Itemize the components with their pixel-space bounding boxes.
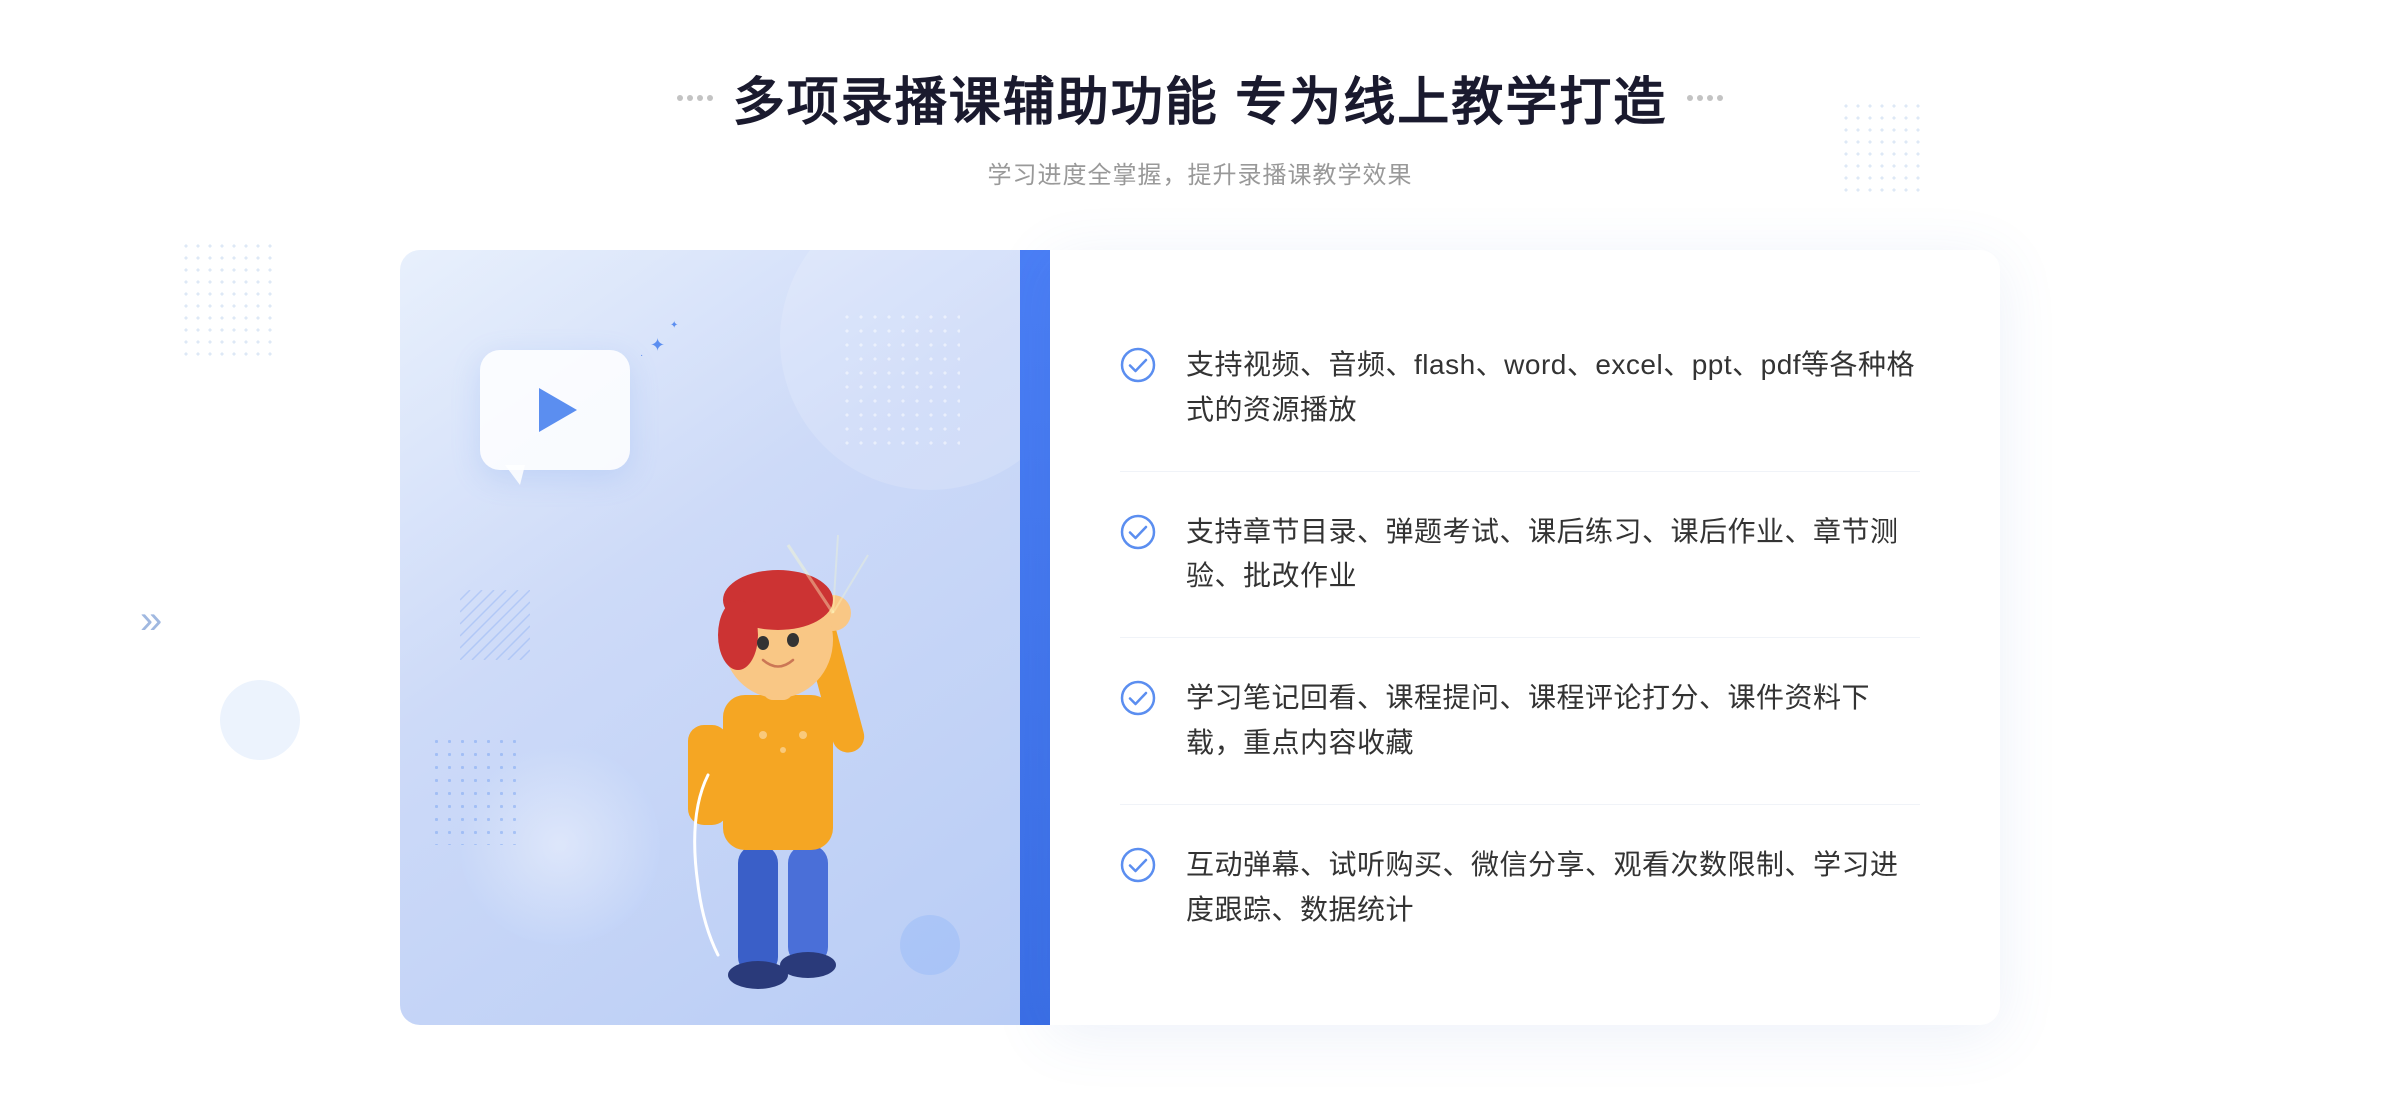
play-bubble xyxy=(480,350,640,480)
feature-text-3: 学习笔记回看、课程提问、课程评论打分、课件资料下载，重点内容收藏 xyxy=(1186,676,1920,766)
diagonal-lines-decoration xyxy=(460,590,530,660)
dots-decoration-left xyxy=(180,240,280,360)
circle-decoration xyxy=(220,680,300,760)
feature-item-2: 支持章节目录、弹题考试、课后练习、课后作业、章节测验、批改作业 xyxy=(1120,472,1920,639)
check-icon-3 xyxy=(1120,680,1156,716)
feature-item-4: 互动弹幕、试听购买、微信分享、观看次数限制、学习进度跟踪、数据统计 xyxy=(1120,805,1920,971)
page-container: » 多项录播课辅助功能 专为线上教学打造 学习进度全掌握，提升录播课教学效果 xyxy=(0,0,2400,1105)
illustration-panel: ✦ ✦ · xyxy=(400,250,1020,1025)
sparkle-decoration-3: · xyxy=(640,350,643,361)
chevron-decoration-left: » xyxy=(140,600,162,640)
header-dots-right xyxy=(1687,95,1723,101)
check-icon-4 xyxy=(1120,847,1156,883)
play-icon xyxy=(539,388,577,432)
page-subtitle: 学习进度全掌握，提升录播课教学效果 xyxy=(677,155,1723,190)
character-illustration xyxy=(608,465,948,1025)
header-section: 多项录播课辅助功能 专为线上教学打造 学习进度全掌握，提升录播课教学效果 xyxy=(677,60,1723,190)
content-area: ✦ ✦ · xyxy=(400,250,2000,1025)
feature-text-2: 支持章节目录、弹题考试、课后练习、课后作业、章节测验、批改作业 xyxy=(1186,510,1920,600)
play-bubble-bg xyxy=(480,350,630,470)
feature-item-1: 支持视频、音频、flash、word、excel、ppt、pdf等各种格式的资源… xyxy=(1120,305,1920,472)
header-dots-left xyxy=(677,95,713,101)
feature-item-3: 学习笔记回看、课程提问、课程评论打分、课件资料下载，重点内容收藏 xyxy=(1120,638,1920,805)
dots-grid-illus xyxy=(430,735,520,845)
check-icon-1 xyxy=(1120,347,1156,383)
illus-dots-decoration xyxy=(840,310,960,450)
title-row: 多项录播课辅助功能 专为线上教学打造 xyxy=(677,60,1723,135)
sparkle-decoration-1: ✦ xyxy=(650,335,665,356)
feature-text-4: 互动弹幕、试听购买、微信分享、观看次数限制、学习进度跟踪、数据统计 xyxy=(1186,843,1920,933)
feature-text-1: 支持视频、音频、flash、word、excel、ppt、pdf等各种格式的资源… xyxy=(1186,343,1920,433)
blue-accent-bar xyxy=(1020,250,1050,1025)
sparkle-decoration-2: ✦ xyxy=(670,320,678,331)
features-panel: 支持视频、音频、flash、word、excel、ppt、pdf等各种格式的资源… xyxy=(1050,250,2000,1025)
check-icon-2 xyxy=(1120,514,1156,550)
dots-decoration-right xyxy=(1840,100,1920,200)
page-title: 多项录播课辅助功能 专为线上教学打造 xyxy=(733,60,1667,135)
